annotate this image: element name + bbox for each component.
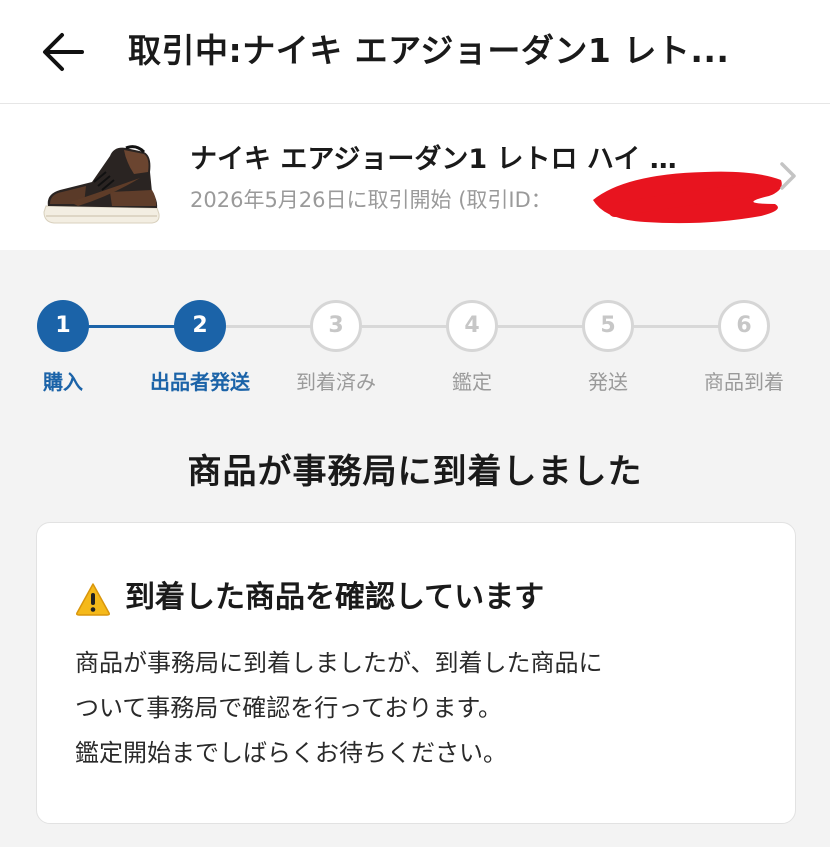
notice-line: 鑑定開始までしばらくお待ちください。 bbox=[75, 739, 507, 767]
step-connector bbox=[88, 325, 176, 328]
step-connector bbox=[226, 325, 314, 328]
step-6-label: 商品到着 bbox=[704, 370, 784, 394]
app-header: 取引中:ナイキ エアジョーダン1 レト... bbox=[0, 0, 830, 104]
step-3-label: 到着済み bbox=[296, 370, 376, 394]
chevron-right-icon bbox=[780, 162, 796, 190]
notice-line: ついて事務局で確認を行っております。 bbox=[75, 694, 502, 722]
step-4-label: 鑑定 bbox=[452, 370, 492, 394]
step-5-circle: 5 bbox=[582, 300, 634, 352]
notice-card: 到着した商品を確認しています 商品が事務局に到着しましたが、到着した商品に つい… bbox=[36, 522, 796, 824]
step-6-circle: 6 bbox=[718, 300, 770, 352]
step-connector bbox=[634, 325, 722, 328]
step-3-circle: 3 bbox=[310, 300, 362, 352]
product-image bbox=[43, 145, 160, 224]
step-4-circle: 4 bbox=[446, 300, 498, 352]
progress-stepper: 1 2 3 4 5 6 購入 出品者発送 到着済み 鑑定 発送 商品到着 bbox=[0, 290, 830, 410]
status-heading: 商品が事務局に到着しました bbox=[187, 452, 643, 492]
notice-body: 商品が事務局に到着しましたが、到着した商品に ついて事務局で確認を行っております… bbox=[75, 641, 775, 776]
arrow-left-icon bbox=[43, 33, 84, 71]
warning-icon bbox=[76, 583, 110, 616]
page-title: 取引中:ナイキ エアジョーダン1 レト... bbox=[128, 31, 730, 70]
transaction-meta: 2026年5月26日に取引開始 (取引ID： bbox=[190, 188, 552, 212]
back-button[interactable] bbox=[40, 30, 88, 74]
notice-title: 到着した商品を確認しています bbox=[125, 580, 545, 615]
step-1-circle: 1 bbox=[37, 300, 89, 352]
step-2-circle: 2 bbox=[174, 300, 226, 352]
step-connector bbox=[362, 325, 450, 328]
step-5-label: 発送 bbox=[588, 370, 628, 394]
step-1-label: 購入 bbox=[43, 370, 83, 394]
step-connector bbox=[498, 325, 586, 328]
step-2-label: 出品者発送 bbox=[150, 370, 250, 394]
redaction-mark bbox=[593, 171, 782, 224]
notice-line: 商品が事務局に到着しましたが、到着した商品に bbox=[75, 649, 603, 677]
